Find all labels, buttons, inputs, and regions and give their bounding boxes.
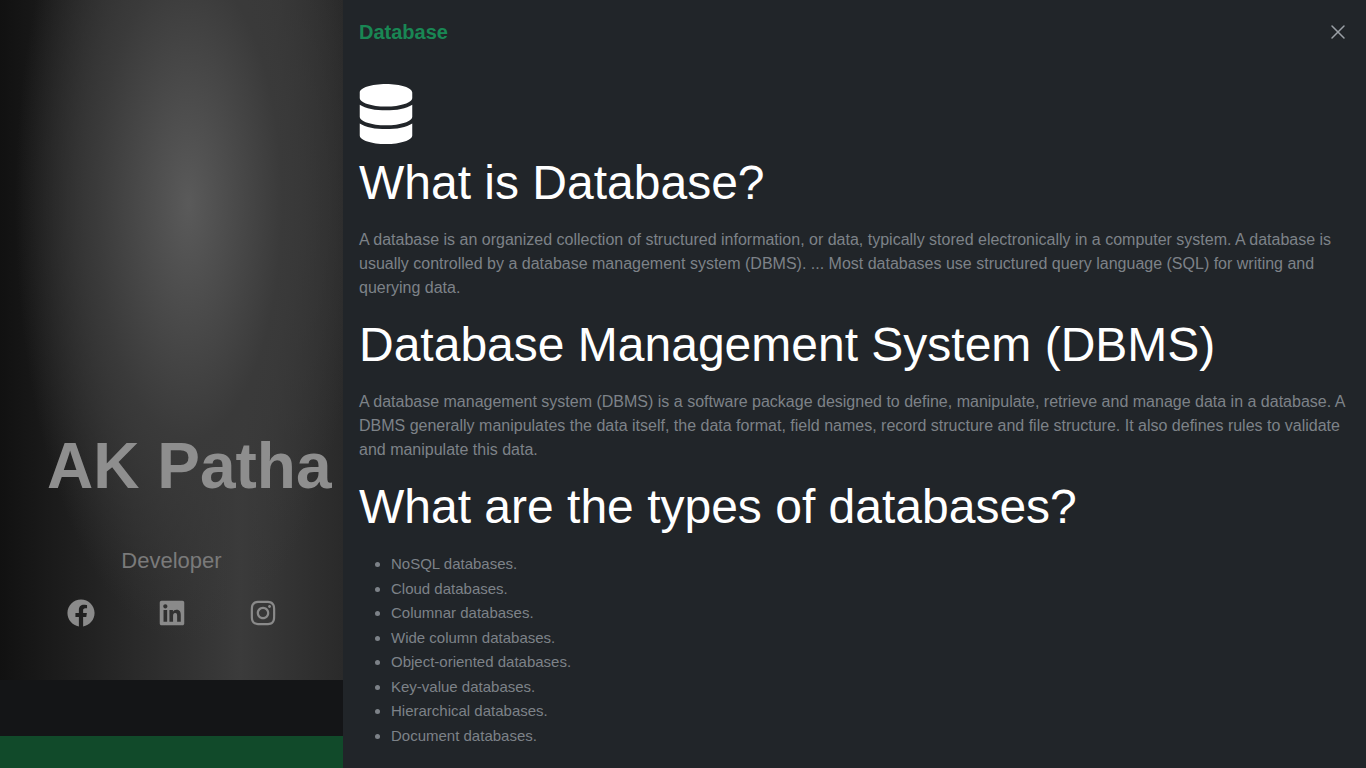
social-links — [67, 599, 277, 627]
section-paragraph: A database management system (DBMS) is a… — [359, 390, 1354, 462]
panel-title: Database — [359, 19, 448, 45]
list-item: NoSQL databases. — [391, 552, 1354, 577]
instagram-icon[interactable] — [249, 599, 277, 627]
offcanvas-panel: Database What is Database? A database is a… — [343, 0, 1366, 768]
list-item: Key-value databases. — [391, 675, 1354, 700]
page: AK Patha Developer Database What is Databas… — [0, 0, 1366, 768]
close-button[interactable] — [1322, 16, 1354, 48]
close-icon[interactable] — [1326, 20, 1350, 44]
database-icon — [359, 84, 413, 144]
facebook-icon[interactable] — [67, 599, 95, 627]
panel-header: Database — [343, 0, 1366, 64]
instagram-link[interactable] — [249, 599, 277, 627]
green-strip — [0, 736, 343, 768]
profile-column: AK Patha Developer — [0, 0, 343, 768]
list-item: Wide column databases. — [391, 626, 1354, 651]
profile-role: Developer — [121, 548, 221, 574]
profile-name: AK Patha — [0, 428, 332, 505]
panel-body: What is Database? A database is an organi… — [343, 64, 1366, 768]
database-icon — [359, 84, 413, 144]
linkedin-link[interactable] — [158, 599, 186, 627]
content-section: What are the types of databases? NoSQL da… — [359, 478, 1354, 748]
list-item: Cloud databases. — [391, 577, 1354, 602]
list-item: Hierarchical databases. — [391, 699, 1354, 724]
section-heading: Database Management System (DBMS) — [359, 316, 1354, 374]
linkedin-icon[interactable] — [158, 599, 186, 627]
section-heading: What is Database? — [359, 154, 1354, 212]
dark-strip — [0, 680, 343, 736]
profile-photo: AK Patha Developer — [0, 0, 343, 680]
content-section: What is Database? A database is an organi… — [359, 154, 1354, 300]
section-paragraph: A database is an organized collection of… — [359, 228, 1354, 300]
section-heading: What are the types of databases? — [359, 478, 1354, 536]
content-section: Database Management System (DBMS) A datab… — [359, 316, 1354, 462]
facebook-link[interactable] — [67, 599, 95, 627]
list-item: Columnar databases. — [391, 601, 1354, 626]
types-list: NoSQL databases.Cloud databases.Columnar… — [359, 552, 1354, 748]
list-item: Object-oriented databases. — [391, 650, 1354, 675]
list-item: Document databases. — [391, 724, 1354, 749]
